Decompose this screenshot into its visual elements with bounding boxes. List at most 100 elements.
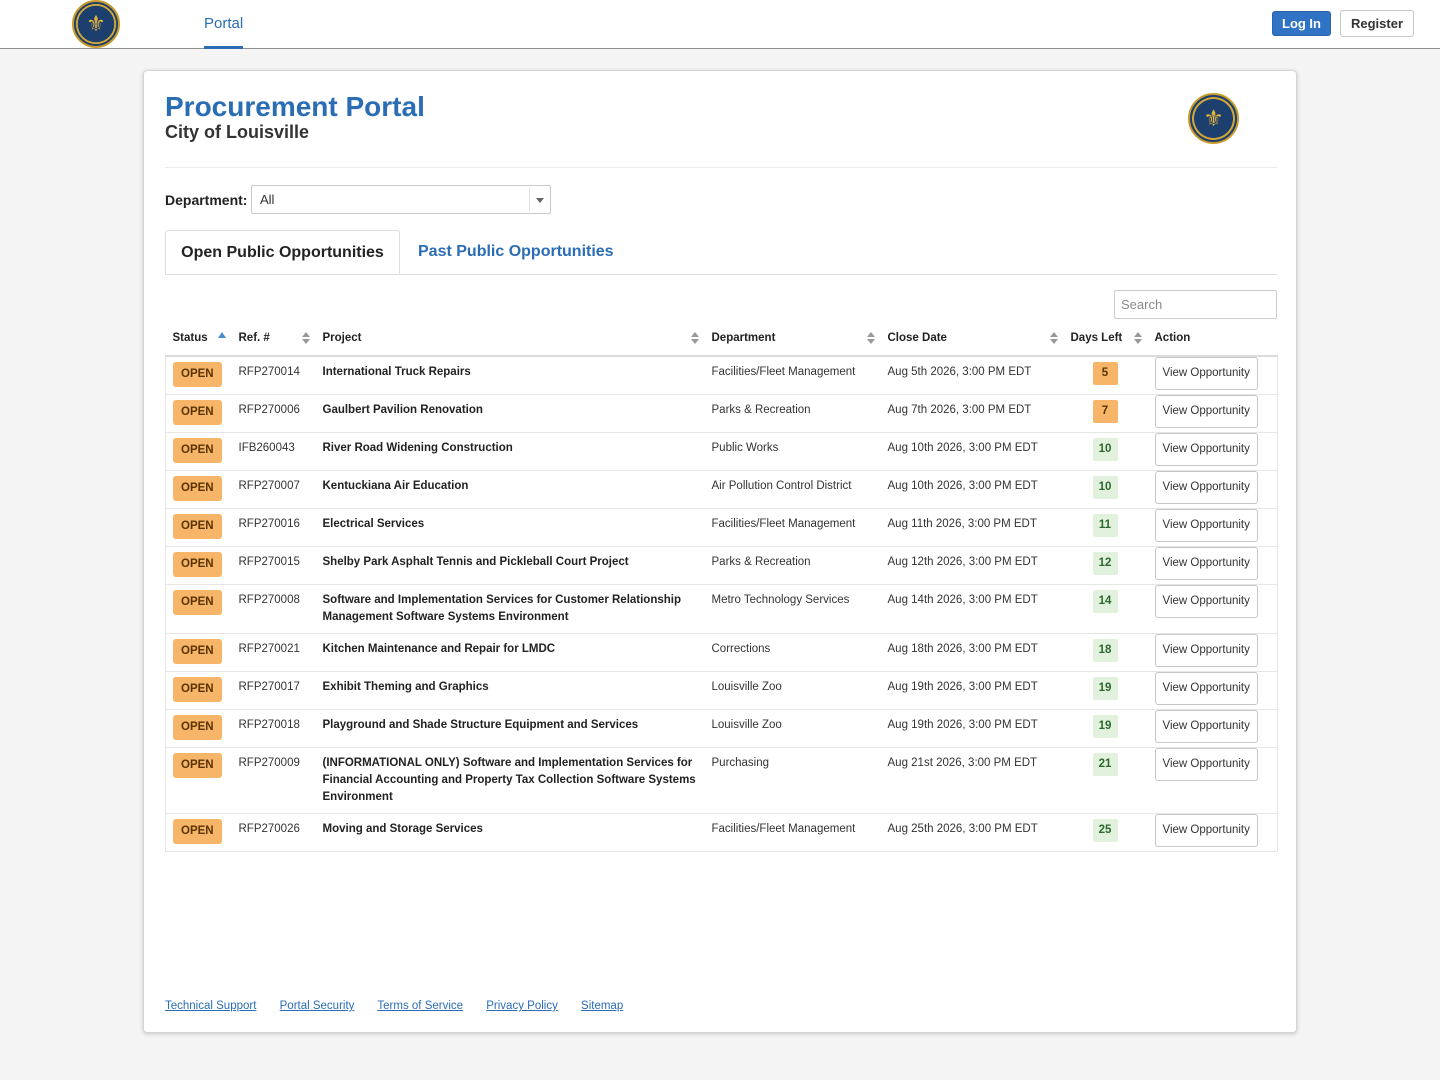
days-left-cell: 19 bbox=[1063, 671, 1148, 710]
view-opportunity-button[interactable]: View Opportunity bbox=[1154, 471, 1258, 504]
view-opportunity-button[interactable]: View Opportunity bbox=[1154, 585, 1258, 618]
ref-cell: RFP270006 bbox=[231, 394, 316, 433]
days-left-cell: 25 bbox=[1063, 813, 1148, 852]
close-date: Aug 19th 2026, 3:00 PM EDT bbox=[887, 681, 1038, 693]
sort-icon bbox=[1049, 332, 1058, 346]
project-cell: Kitchen Maintenance and Repair for LMDC bbox=[315, 633, 705, 672]
status-badge: OPEN bbox=[173, 715, 222, 740]
days-left-badge: 12 bbox=[1092, 552, 1118, 575]
ref-cell: RFP270015 bbox=[231, 546, 316, 585]
project-cell: Exhibit Theming and Graphics bbox=[315, 671, 705, 710]
column-header-project[interactable]: Project bbox=[315, 321, 705, 357]
project-cell: Electrical Services bbox=[315, 508, 705, 547]
column-header-days-left[interactable]: Days Left bbox=[1063, 321, 1148, 357]
register-button[interactable]: Register bbox=[1340, 10, 1414, 37]
view-opportunity-button[interactable]: View Opportunity bbox=[1154, 814, 1258, 847]
action-cell: View Opportunity bbox=[1147, 432, 1278, 471]
view-opportunity-button[interactable]: View Opportunity bbox=[1154, 547, 1258, 580]
sort-icon bbox=[866, 332, 875, 346]
table-row: OPEN RFP270017 Exhibit Theming and Graphic… bbox=[165, 671, 1278, 710]
close-date: Aug 12th 2026, 3:00 PM EDT bbox=[887, 556, 1038, 568]
status-badge: OPEN bbox=[173, 590, 222, 615]
days-left-badge: 11 bbox=[1092, 514, 1118, 537]
footer-link-privacy-policy[interactable]: Privacy Policy bbox=[486, 1000, 558, 1012]
nav-portal-link[interactable]: Portal bbox=[204, 0, 244, 49]
close-date-cell: Aug 11th 2026, 3:00 PM EDT bbox=[880, 508, 1064, 547]
status-badge: OPEN bbox=[173, 362, 222, 387]
footer-link-sitemap[interactable]: Sitemap bbox=[581, 1000, 623, 1012]
view-opportunity-button[interactable]: View Opportunity bbox=[1154, 509, 1258, 542]
ref-number: RFP270018 bbox=[238, 719, 300, 731]
action-cell: View Opportunity bbox=[1147, 633, 1278, 672]
close-date-cell: Aug 18th 2026, 3:00 PM EDT bbox=[880, 633, 1064, 672]
column-header-label: Days Left bbox=[1070, 332, 1123, 344]
status-badge: OPEN bbox=[173, 552, 222, 577]
department-cell: Purchasing bbox=[704, 747, 881, 814]
column-header-label: Status bbox=[172, 332, 208, 344]
view-opportunity-button[interactable]: View Opportunity bbox=[1154, 710, 1258, 743]
ref-number: IFB260043 bbox=[238, 442, 295, 454]
status-cell: OPEN bbox=[165, 671, 232, 710]
department-select[interactable]: All bbox=[251, 185, 551, 214]
tab-open-opportunities[interactable]: Open Public Opportunities bbox=[165, 230, 400, 275]
department-cell: Facilities/Fleet Management bbox=[704, 508, 881, 547]
action-cell: View Opportunity bbox=[1147, 546, 1278, 585]
louisville-seal-logo-icon[interactable] bbox=[72, 0, 120, 48]
days-left-badge: 7 bbox=[1092, 400, 1118, 423]
view-opportunity-button[interactable]: View Opportunity bbox=[1154, 748, 1258, 781]
ref-number: RFP270007 bbox=[238, 480, 300, 492]
department-name: Louisville Zoo bbox=[711, 681, 782, 693]
footer-link-portal-security[interactable]: Portal Security bbox=[280, 1000, 355, 1012]
department-name: Air Pollution Control District bbox=[711, 480, 852, 492]
project-name: Exhibit Theming and Graphics bbox=[322, 681, 489, 693]
search-input[interactable] bbox=[1114, 290, 1277, 319]
view-opportunity-button[interactable]: View Opportunity bbox=[1154, 433, 1258, 466]
action-cell: View Opportunity bbox=[1147, 584, 1278, 634]
footer-link-terms-of-service[interactable]: Terms of Service bbox=[377, 1000, 463, 1012]
days-left-badge: 5 bbox=[1092, 362, 1118, 385]
department-cell: Parks & Recreation bbox=[704, 394, 881, 433]
days-left-cell: 21 bbox=[1063, 747, 1148, 814]
department-name: Facilities/Fleet Management bbox=[711, 366, 856, 378]
view-opportunity-button[interactable]: View Opportunity bbox=[1154, 395, 1258, 428]
days-left-badge: 19 bbox=[1092, 677, 1118, 700]
column-header-status[interactable]: Status bbox=[165, 321, 232, 357]
close-date: Aug 14th 2026, 3:00 PM EDT bbox=[887, 594, 1038, 606]
table-body: OPEN RFP270014 International Truck Repairs… bbox=[165, 356, 1278, 852]
project-name: Electrical Services bbox=[322, 518, 425, 530]
view-opportunity-button[interactable]: View Opportunity bbox=[1154, 357, 1258, 390]
column-header-ref[interactable]: Ref. # bbox=[231, 321, 316, 357]
ref-number: RFP270026 bbox=[238, 823, 300, 835]
view-opportunity-button[interactable]: View Opportunity bbox=[1154, 672, 1258, 705]
login-button[interactable]: Log In bbox=[1272, 11, 1331, 36]
opportunities-table: Status Ref. # Project Department Close D… bbox=[165, 321, 1278, 852]
days-left-cell: 7 bbox=[1063, 394, 1148, 433]
close-date: Aug 7th 2026, 3:00 PM EDT bbox=[887, 404, 1032, 416]
column-header-department[interactable]: Department bbox=[704, 321, 881, 357]
close-date-cell: Aug 5th 2026, 3:00 PM EDT bbox=[880, 356, 1064, 395]
ref-cell: IFB260043 bbox=[231, 432, 316, 471]
close-date: Aug 10th 2026, 3:00 PM EDT bbox=[887, 480, 1038, 492]
department-name: Louisville Zoo bbox=[711, 719, 782, 731]
view-opportunity-button[interactable]: View Opportunity bbox=[1154, 634, 1258, 667]
days-left-cell: 5 bbox=[1063, 356, 1148, 395]
project-cell: Moving and Storage Services bbox=[315, 813, 705, 852]
table-row: OPEN RFP270007 Kentuckiana Air Education Ai… bbox=[165, 470, 1278, 509]
project-name: Software and Implementation Services for… bbox=[322, 594, 682, 623]
close-date-cell: Aug 21st 2026, 3:00 PM EDT bbox=[880, 747, 1064, 814]
department-cell: Facilities/Fleet Management bbox=[704, 356, 881, 395]
status-cell: OPEN bbox=[165, 747, 232, 814]
status-badge: OPEN bbox=[173, 476, 222, 501]
column-header-label: Action bbox=[1154, 332, 1191, 344]
close-date: Aug 21st 2026, 3:00 PM EDT bbox=[887, 757, 1038, 769]
project-name: Kentuckiana Air Education bbox=[322, 480, 469, 492]
department-cell: Corrections bbox=[704, 633, 881, 672]
ref-cell: RFP270018 bbox=[231, 709, 316, 748]
footer-link-technical-support[interactable]: Technical Support bbox=[165, 1000, 256, 1012]
status-cell: OPEN bbox=[165, 633, 232, 672]
column-header-close-date[interactable]: Close Date bbox=[880, 321, 1064, 357]
page-subtitle: City of Louisville bbox=[165, 122, 310, 142]
department-cell: Louisville Zoo bbox=[704, 671, 881, 710]
tab-past-opportunities[interactable]: Past Public Opportunities bbox=[418, 230, 614, 275]
department-name: Facilities/Fleet Management bbox=[711, 518, 856, 530]
